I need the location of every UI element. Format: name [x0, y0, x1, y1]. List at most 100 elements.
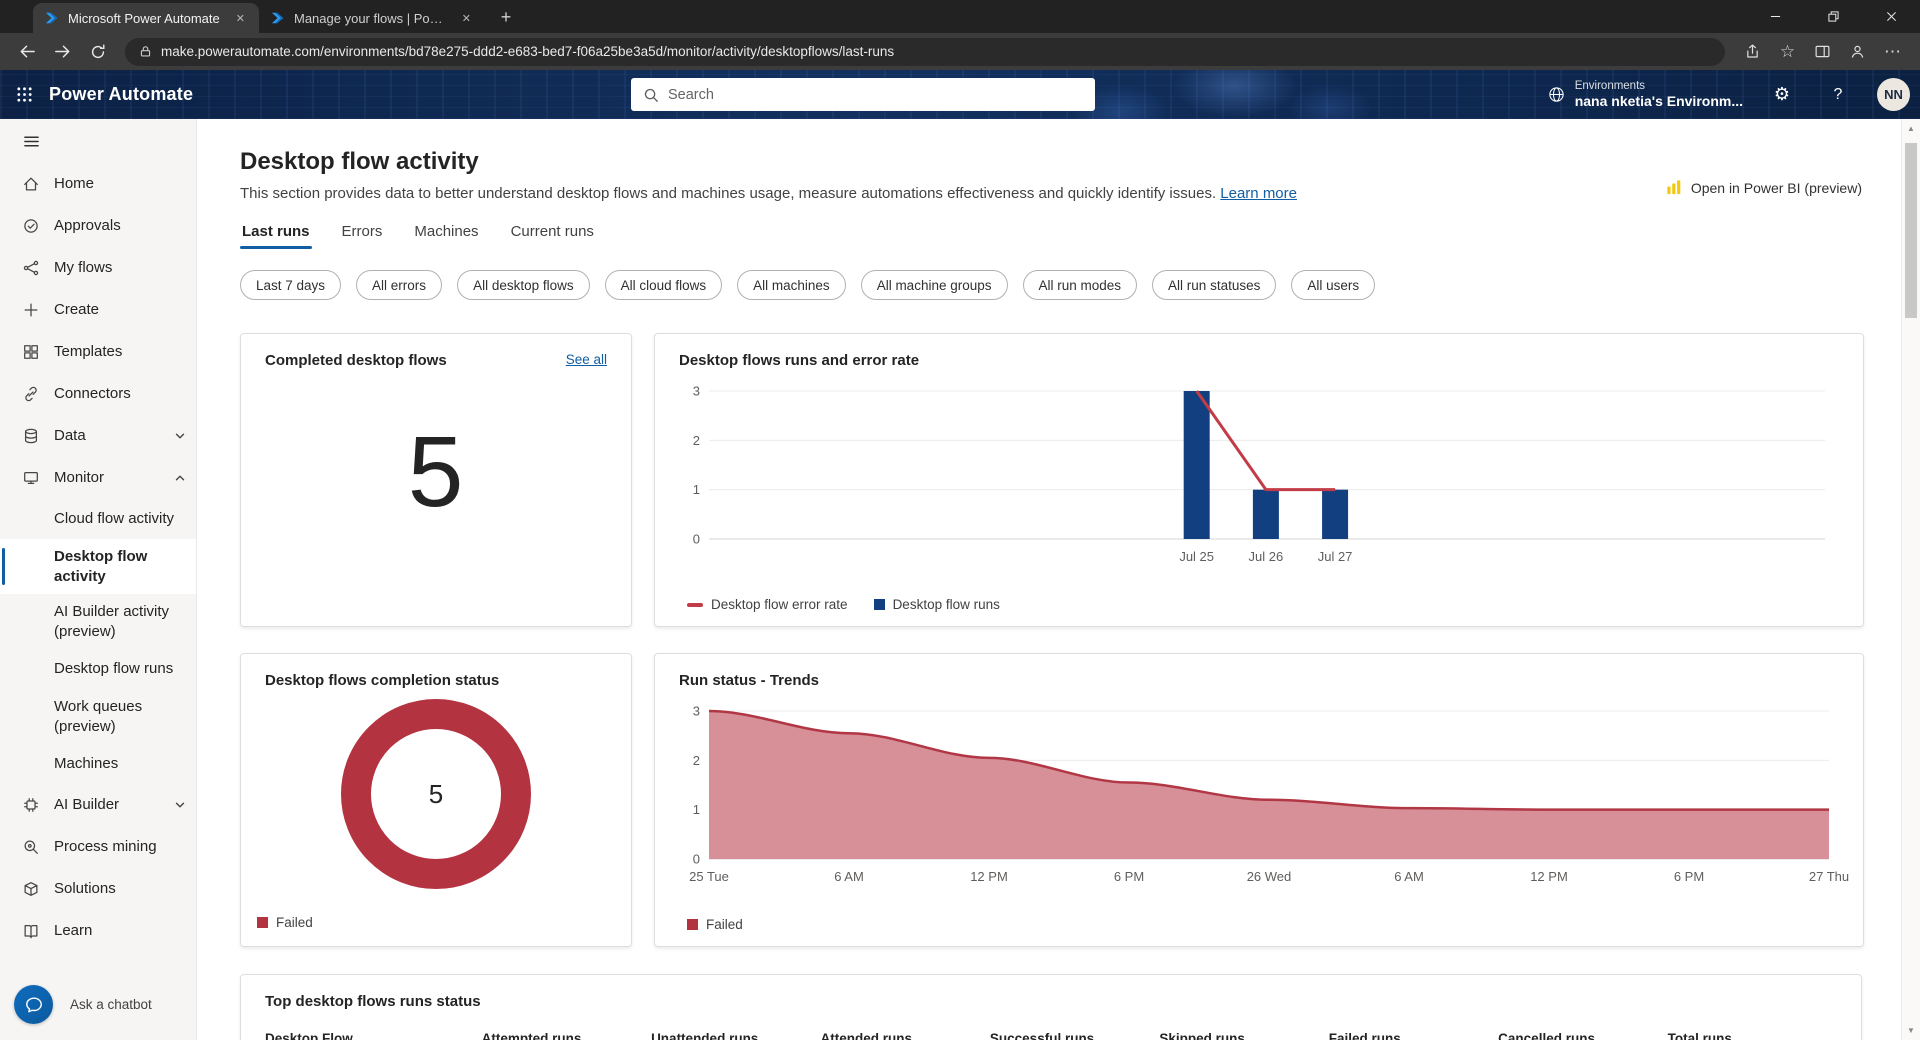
sidebar-item-home[interactable]: Home: [0, 163, 196, 205]
forward-icon[interactable]: [47, 37, 78, 67]
legend-swatch: [873, 599, 885, 610]
open-in-power-bi-label: Open in Power BI (preview): [1690, 179, 1862, 196]
run-status-trends-legend: Failed: [687, 917, 743, 932]
run-status-trends-card: Run status - Trends 0 1 2 3 25 Tue 6 AM 12 PM 6…: [654, 653, 1864, 947]
scroll-down-icon[interactable]: ▼: [1902, 1026, 1920, 1035]
legend-swatch: [257, 917, 268, 928]
filter-all-users[interactable]: All users: [1291, 270, 1376, 300]
app-title[interactable]: Power Automate: [49, 84, 193, 105]
filter-last-7-days[interactable]: Last 7 days: [240, 270, 342, 300]
share-icon[interactable]: [1737, 37, 1768, 67]
svg-text:3: 3: [693, 704, 700, 719]
sidebar-item-ai-builder[interactable]: AI Builder: [0, 784, 196, 826]
refresh-icon[interactable]: [82, 37, 113, 67]
page-title: Desktop flow activity: [240, 148, 479, 175]
sidebar-item-create[interactable]: Create: [0, 289, 196, 331]
tab-machines[interactable]: Machines: [412, 219, 480, 249]
browser-profile-icon[interactable]: [1842, 37, 1873, 67]
url-bar[interactable]: make.powerautomate.com/environments/bd78…: [125, 37, 1725, 66]
waffle-icon[interactable]: [0, 70, 49, 119]
card-title: Top desktop flows runs status: [265, 993, 481, 1010]
filter-all-run-modes[interactable]: All run modes: [1022, 270, 1138, 300]
sidebar-item-approvals[interactable]: Approvals: [0, 205, 196, 247]
search-box[interactable]: [631, 78, 1095, 111]
filter-all-run-statuses[interactable]: All run statuses: [1152, 270, 1277, 300]
sidebar-item-solutions[interactable]: Solutions: [0, 868, 196, 910]
sidebar-item-machines[interactable]: Machines: [0, 744, 196, 784]
runs-error-rate-legend: Desktop flow error rate Desktop flow runs: [687, 597, 1000, 612]
svg-text:26 Wed: 26 Wed: [1247, 869, 1292, 884]
filter-all-machines[interactable]: All machines: [737, 270, 846, 300]
search-input[interactable]: [668, 86, 1083, 103]
minimize-icon[interactable]: [1746, 0, 1804, 33]
sidebar-item-connectors[interactable]: Connectors: [0, 373, 196, 415]
svg-text:0: 0: [693, 532, 700, 547]
sidebar-item-my-flows[interactable]: My flows: [0, 247, 196, 289]
lock-icon: [139, 45, 152, 58]
completed-count: 5: [407, 416, 465, 528]
learn-more-link[interactable]: Learn more: [1220, 185, 1297, 202]
see-all-link[interactable]: See all: [566, 352, 607, 367]
sidebar-item-templates[interactable]: Templates: [0, 331, 196, 373]
filter-all-machine-groups[interactable]: All machine groups: [860, 270, 1008, 300]
sidebar-item-process-mining[interactable]: Process mining: [0, 826, 196, 868]
completion-status-legend: Failed: [257, 915, 313, 930]
chatbot-button[interactable]: Ask a chatbot: [0, 975, 196, 1040]
filter-all-desktop-flows[interactable]: All desktop flows: [457, 270, 590, 300]
sidebar-item-learn[interactable]: Learn: [0, 910, 196, 952]
sidebar-item-work-queues-preview[interactable]: Work queues (preview): [0, 689, 196, 744]
approvals-icon: [22, 217, 40, 235]
tab-current-runs[interactable]: Current runs: [509, 219, 596, 249]
hamburger-icon[interactable]: [0, 119, 196, 163]
tab-title: Manage your flows | Power Auto: [294, 10, 449, 26]
table-column-cancelled-runs: Cancelled runs: [1498, 1031, 1595, 1040]
scrollbar-thumb[interactable]: [1905, 143, 1917, 318]
sidebar-item-cloud-flow-activity[interactable]: Cloud flow activity: [0, 499, 196, 539]
back-icon[interactable]: [12, 37, 43, 67]
top-runs-status-card: Top desktop flows runs status Desktop Fl…: [240, 974, 1862, 1040]
filter-all-cloud-flows[interactable]: All cloud flows: [604, 270, 723, 300]
power-bi-icon: [1666, 179, 1682, 196]
close-window-icon[interactable]: [1862, 0, 1920, 33]
tabs-row: Last runs Errors Machines Current runs: [240, 217, 1862, 251]
svg-text:12 PM: 12 PM: [1530, 869, 1568, 884]
scrollbar[interactable]: ▲ ▼: [1901, 119, 1920, 1040]
browser-toolbar: make.powerautomate.com/environments/bd78…: [0, 33, 1920, 70]
table-column-failed-runs: Failed runs: [1328, 1031, 1401, 1040]
browser-tab[interactable]: Microsoft Power Automate ✕: [33, 3, 259, 33]
sidebar-item-ai-builder-activity-preview[interactable]: AI Builder activity (preview): [0, 594, 196, 649]
more-icon[interactable]: ⋯: [1877, 37, 1908, 67]
legend-item-desktop-flow-runs: Desktop flow runs: [873, 597, 1000, 612]
table-column-attempted-runs: Attempted runs: [481, 1031, 582, 1040]
sidebar-item-label: Create: [54, 300, 100, 318]
open-in-power-bi-link[interactable]: Open in Power BI (preview): [1666, 179, 1862, 196]
table-column-unattended-runs: Unattended runs: [651, 1031, 759, 1040]
sidebar-item-desktop-flow-runs[interactable]: Desktop flow runs: [0, 649, 196, 689]
tab-last-runs[interactable]: Last runs: [240, 219, 312, 249]
help-icon[interactable]: ?: [1821, 78, 1855, 112]
settings-gear-icon[interactable]: ⚙: [1765, 78, 1799, 112]
templates-icon: [22, 343, 40, 361]
close-icon[interactable]: ✕: [458, 10, 475, 27]
legend-item-desktop-flow-error-rate: Desktop flow error rate: [687, 597, 848, 612]
create-icon: [22, 301, 40, 319]
sidebar-item-label: Cloud flow activity: [54, 510, 175, 528]
sidebar-item-data[interactable]: Data: [0, 415, 196, 457]
close-icon[interactable]: ✕: [232, 10, 249, 27]
table-column-total-runs: Total runs: [1667, 1031, 1732, 1040]
legend-item-failed: Failed: [257, 915, 313, 930]
legend-swatch: [687, 919, 698, 930]
maximize-icon[interactable]: [1804, 0, 1862, 33]
filter-all-errors[interactable]: All errors: [356, 270, 443, 300]
chevron-up-icon: [174, 472, 186, 484]
tab-errors[interactable]: Errors: [340, 219, 385, 249]
favorites-star-icon[interactable]: ☆: [1772, 37, 1803, 67]
new-tab-button[interactable]: +: [491, 3, 521, 31]
browser-tab[interactable]: Manage your flows | Power Auto ✕: [259, 3, 485, 33]
environment-picker[interactable]: Environments nana nketia's Environm...: [1547, 80, 1743, 110]
sidebar-item-monitor[interactable]: Monitor: [0, 457, 196, 499]
avatar[interactable]: NN: [1877, 78, 1910, 111]
sidebar-item-desktop-flow-activity[interactable]: Desktop flow activity: [0, 539, 196, 594]
split-screen-icon[interactable]: [1807, 37, 1838, 67]
scroll-up-icon[interactable]: ▲: [1902, 124, 1920, 133]
